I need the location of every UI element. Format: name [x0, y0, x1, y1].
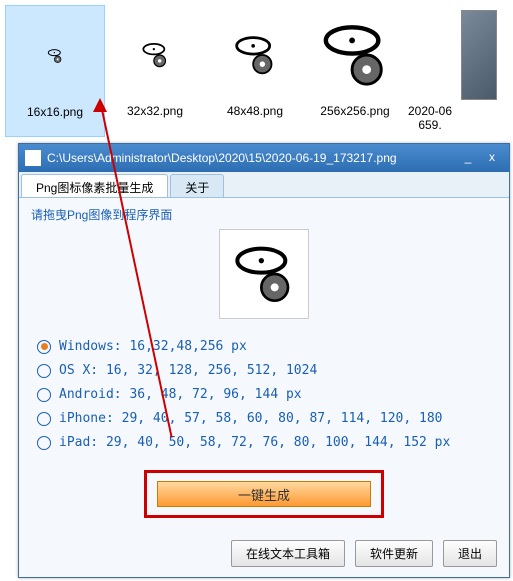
file-name: 16x16.png — [8, 105, 102, 119]
file-name: 48x48.png — [207, 104, 303, 118]
file-name: 32x32.png — [107, 104, 203, 118]
file-thumbnail — [110, 10, 200, 100]
option-label: Windows: 16,32,48,256 px — [59, 339, 247, 354]
radio-android[interactable] — [37, 388, 51, 402]
file-name: 2020-06 659. — [407, 104, 453, 132]
file-explorer: 16x16.png 32x32.png 48x48.png 256x256.pn… — [0, 0, 513, 142]
file-item[interactable]: 256x256.png — [305, 5, 405, 137]
disc-gear-icon — [47, 48, 63, 64]
toolbox-button[interactable]: 在线文本工具箱 — [231, 540, 345, 567]
radio-ipad[interactable] — [37, 436, 51, 450]
option-iphone[interactable]: iPhone: 29, 40, 57, 58, 60, 80, 87, 114,… — [37, 411, 491, 426]
option-ipad[interactable]: iPad: 29, 40, 50, 58, 72, 76, 80, 100, 1… — [37, 435, 491, 450]
option-android[interactable]: Android: 36, 48, 72, 96, 144 px — [37, 387, 491, 402]
file-item[interactable]: 16x16.png — [5, 5, 105, 137]
disc-gear-icon — [233, 33, 277, 77]
file-item[interactable]: 2020-06 659. — [405, 5, 455, 137]
file-item[interactable]: 48x48.png — [205, 5, 305, 137]
generate-highlight-box: 一键生成 — [144, 470, 384, 518]
window-title: C:\Users\Administrator\Desktop\2020\15\2… — [47, 151, 457, 165]
option-label: iPhone: 29, 40, 57, 58, 60, 80, 87, 114,… — [59, 411, 443, 426]
tab-about[interactable]: 关于 — [170, 174, 224, 197]
file-item[interactable]: 32x32.png — [105, 5, 205, 137]
minimize-button[interactable]: _ — [457, 149, 479, 167]
file-thumbnail — [10, 11, 100, 101]
generate-button[interactable]: 一键生成 — [157, 481, 371, 507]
tab-generate[interactable]: Png图标像素批量生成 — [21, 174, 168, 197]
bottom-button-bar: 在线文本工具箱 软件更新 退出 — [231, 540, 497, 567]
tab-bar: Png图标像素批量生成 关于 — [19, 172, 509, 198]
disc-gear-icon — [320, 20, 390, 90]
drag-hint: 请拖曳Png图像到程序界面 — [31, 206, 497, 223]
option-windows[interactable]: Windows: 16,32,48,256 px — [37, 339, 491, 354]
titlebar[interactable]: C:\Users\Administrator\Desktop\2020\15\2… — [19, 144, 509, 172]
content-area: 请拖曳Png图像到程序界面 Windows: 16,32,48,256 px O… — [19, 198, 509, 577]
disc-gear-icon — [232, 242, 296, 306]
exit-button[interactable]: 退出 — [443, 540, 497, 567]
file-name: 256x256.png — [307, 104, 403, 118]
size-options: Windows: 16,32,48,256 px OS X: 16, 32, 1… — [37, 339, 491, 450]
option-label: Android: 36, 48, 72, 96, 144 px — [59, 387, 302, 402]
option-label: iPad: 29, 40, 50, 58, 72, 76, 80, 100, 1… — [59, 435, 450, 450]
option-label: OS X: 16, 32, 128, 256, 512, 1024 — [59, 363, 317, 378]
app-icon — [25, 150, 41, 166]
disc-gear-icon — [141, 41, 169, 69]
option-osx[interactable]: OS X: 16, 32, 128, 256, 512, 1024 — [37, 363, 491, 378]
file-thumbnail — [407, 10, 497, 100]
app-window: C:\Users\Administrator\Desktop\2020\15\2… — [18, 143, 510, 578]
radio-iphone[interactable] — [37, 412, 51, 426]
photo-thumbnail — [461, 10, 497, 100]
update-button[interactable]: 软件更新 — [355, 540, 433, 567]
close-button[interactable]: x — [481, 149, 503, 167]
preview-box[interactable] — [219, 229, 309, 319]
file-thumbnail — [210, 10, 300, 100]
window-controls: _ x — [457, 149, 503, 167]
radio-osx[interactable] — [37, 364, 51, 378]
file-thumbnail — [310, 10, 400, 100]
radio-windows[interactable] — [37, 340, 51, 354]
